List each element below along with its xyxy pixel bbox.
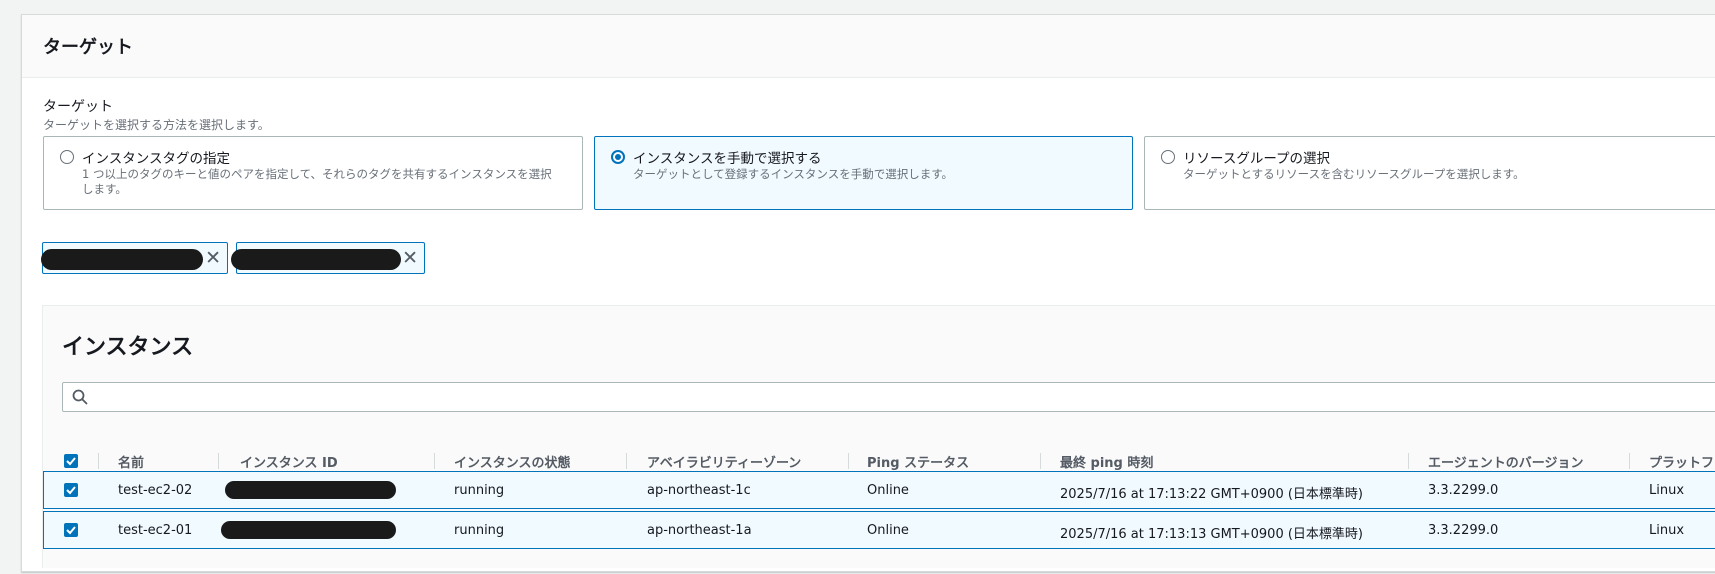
- option-description: ターゲットとして登録するインスタンスを手動で選択します。: [633, 167, 954, 181]
- search-icon: [72, 389, 88, 405]
- cell-ping-status: Online: [867, 483, 909, 498]
- selected-instance-token: ✕: [41, 242, 228, 274]
- target-field-label: ターゲット: [43, 99, 113, 115]
- panel-header: ターゲット: [22, 15, 1715, 78]
- check-icon: [66, 457, 76, 466]
- cell-platform: Linux: [1649, 483, 1685, 498]
- search-input[interactable]: [95, 386, 1699, 410]
- column-header-platform[interactable]: プラットフ: [1649, 452, 1714, 471]
- cell-name: test-ec2-01: [118, 523, 193, 538]
- column-divider[interactable]: [1408, 453, 1409, 469]
- column-divider[interactable]: [98, 453, 99, 469]
- column-header-name[interactable]: 名前: [118, 452, 144, 471]
- instance-search-box[interactable]: [62, 382, 1715, 412]
- column-header-availability-zone[interactable]: アベイラビリティーゾーン: [647, 452, 801, 471]
- option-title: インスタンスを手動で選択する: [633, 151, 822, 167]
- option-resource-group[interactable]: リソースグループの選択 ターゲットとするリソースを含むリソースグループを選択しま…: [1144, 136, 1715, 210]
- radio-button[interactable]: [1161, 150, 1175, 164]
- selected-instance-token: ✕: [231, 242, 425, 274]
- option-title: リソースグループの選択: [1183, 151, 1331, 167]
- redacted-instance-id: [221, 521, 396, 539]
- option-description: 1 つ以上のタグのキーと値のペアを指定して、それらのタグを共有するインスタンスを…: [82, 167, 552, 196]
- select-all-checkbox[interactable]: [64, 454, 78, 468]
- column-divider[interactable]: [434, 453, 435, 469]
- cell-availability-zone: ap-northeast-1c: [647, 483, 751, 498]
- redacted-instance-id: [231, 249, 401, 270]
- column-header-agent-version[interactable]: エージェントのバージョン: [1428, 452, 1583, 471]
- column-header-ping-status[interactable]: Ping ステータス: [867, 452, 969, 471]
- cell-last-ping: 2025/7/16 at 17:13:13 GMT+0900 (日本標準時): [1060, 527, 1363, 542]
- table-row[interactable]: test-ec2-02 running ap-northeast-1c Onli…: [43, 471, 1715, 509]
- column-header-last-ping[interactable]: 最終 ping 時刻: [1060, 452, 1153, 471]
- radio-button[interactable]: [60, 150, 74, 164]
- radio-button-selected[interactable]: [611, 150, 625, 164]
- cell-platform: Linux: [1649, 523, 1685, 538]
- option-manual-select[interactable]: インスタンスを手動で選択する ターゲットとして登録するインスタンスを手動で選択し…: [594, 136, 1133, 210]
- cell-ping-status: Online: [867, 523, 909, 538]
- row-checkbox[interactable]: [64, 483, 78, 497]
- column-header-instance-state[interactable]: インスタンスの状態: [454, 452, 570, 471]
- column-divider[interactable]: [848, 453, 849, 469]
- column-header-instance-id[interactable]: インスタンス ID: [240, 452, 338, 471]
- column-divider[interactable]: [1629, 453, 1630, 469]
- row-checkbox[interactable]: [64, 523, 78, 537]
- check-icon: [66, 486, 76, 495]
- option-title: インスタンスタグの指定: [82, 151, 230, 167]
- column-divider[interactable]: [1040, 453, 1041, 469]
- cell-availability-zone: ap-northeast-1a: [647, 523, 752, 538]
- close-icon[interactable]: ✕: [402, 247, 418, 269]
- close-icon[interactable]: ✕: [205, 247, 221, 269]
- table-row[interactable]: test-ec2-01 running ap-northeast-1a Onli…: [43, 511, 1715, 549]
- instances-container: インスタンス 名前 インスタンス ID インスタンスの状態 アベイラビリティーゾ…: [42, 305, 1715, 568]
- check-icon: [66, 526, 76, 535]
- cell-state: running: [454, 483, 505, 498]
- option-instance-tags[interactable]: インスタンスタグの指定 1 つ以上のタグのキーと値のペアを指定して、それらのタグ…: [43, 136, 583, 210]
- option-description: ターゲットとするリソースを含むリソースグループを選択します。: [1183, 167, 1525, 181]
- cell-name: test-ec2-02: [118, 483, 193, 498]
- cell-state: running: [454, 523, 505, 538]
- column-divider[interactable]: [218, 453, 219, 469]
- cell-agent-version: 3.3.2299.0: [1428, 523, 1499, 538]
- instances-title: インスタンス: [62, 335, 194, 360]
- column-divider[interactable]: [626, 453, 627, 469]
- cell-last-ping: 2025/7/16 at 17:13:22 GMT+0900 (日本標準時): [1060, 487, 1363, 502]
- redacted-instance-id: [41, 249, 203, 270]
- redacted-instance-id: [225, 481, 396, 499]
- cell-agent-version: 3.3.2299.0: [1428, 483, 1499, 498]
- panel-title: ターゲット: [43, 37, 133, 58]
- target-field-description: ターゲットを選択する方法を選択します。: [43, 118, 270, 132]
